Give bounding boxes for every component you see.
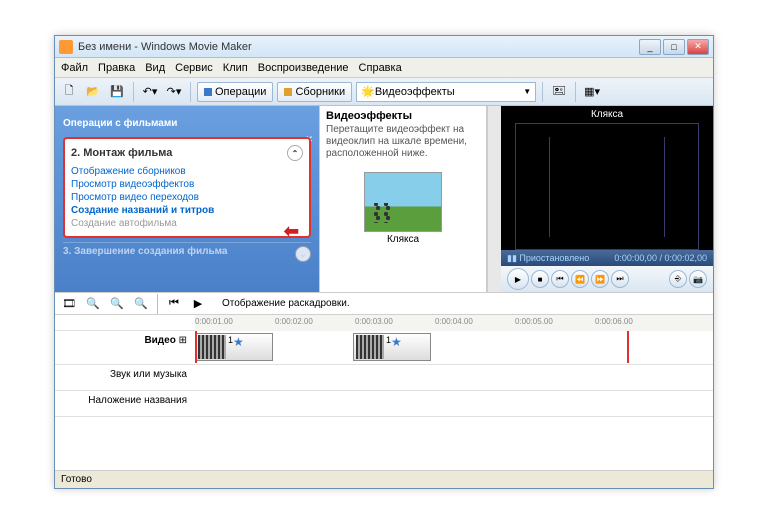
effects-combo[interactable]: 🌟 Видеоэффекты▼ bbox=[356, 82, 536, 102]
preview-canvas bbox=[515, 123, 699, 250]
maximize-button[interactable]: □ bbox=[663, 39, 685, 55]
menu-file[interactable]: Файл bbox=[61, 62, 88, 74]
track-audio-label: Звук или музыка bbox=[55, 365, 195, 390]
video-track[interactable]: 1★ 1★ bbox=[195, 331, 713, 364]
effect-label: Клякса bbox=[326, 234, 480, 245]
menu-view[interactable]: Вид bbox=[145, 62, 165, 74]
effect-thumb[interactable] bbox=[364, 172, 442, 232]
main-area: Операции с фильмами ✕ 2. Монтаж фильма ⌃… bbox=[55, 106, 713, 292]
menu-tools[interactable]: Сервис bbox=[175, 62, 213, 74]
section-2-header: 2. Монтаж фильма ⌃ bbox=[71, 145, 303, 161]
preview-controls: ▶ ■ ⏮ ⏪ ⏩ ⏭ ⎆ 📷 bbox=[501, 266, 713, 292]
save-icon[interactable]: 💾 bbox=[107, 82, 127, 102]
preview-pause-icon: ▮▮ bbox=[507, 253, 517, 264]
task-make-titles[interactable]: Создание названий и титров bbox=[71, 204, 303, 217]
track-video-label: Видео ⊞ bbox=[55, 331, 195, 364]
preview-statusbar: ▮▮ Приостановлено 0:00:00,00 / 0:00:02,0… bbox=[501, 250, 713, 266]
window-buttons: _ □ ✕ bbox=[639, 39, 709, 55]
task-list: Отображение сборников Просмотр видеоэффе… bbox=[71, 165, 303, 230]
collections-button[interactable]: Сборники bbox=[277, 82, 352, 102]
statusbar: Готово bbox=[55, 470, 713, 488]
menu-edit[interactable]: Правка bbox=[98, 62, 135, 74]
effects-title: Видеоэффекты bbox=[326, 110, 480, 122]
next-button[interactable]: ⏭ bbox=[611, 270, 629, 288]
tl-rew-icon[interactable]: ⏮ bbox=[164, 294, 184, 314]
task-view-effects[interactable]: Просмотр видеоэффектов bbox=[71, 178, 303, 191]
play-button[interactable]: ▶ bbox=[507, 268, 529, 290]
tasks-pane: Операции с фильмами ✕ 2. Монтаж фильма ⌃… bbox=[55, 106, 319, 292]
app-icon bbox=[59, 40, 73, 54]
preview-status: Приостановлено bbox=[519, 253, 589, 263]
rew-button[interactable]: ⏪ bbox=[571, 270, 589, 288]
audio-track[interactable] bbox=[195, 365, 713, 390]
section-3-header[interactable]: 3. Завершение создания фильма ⌄ bbox=[63, 242, 311, 257]
new-icon[interactable]: 🗋 bbox=[59, 82, 79, 102]
window: Без имени - Windows Movie Maker _ □ ✕ Фа… bbox=[54, 35, 714, 489]
stop-button[interactable]: ■ bbox=[531, 270, 549, 288]
nav-back-icon[interactable]: 🖭 bbox=[549, 82, 569, 102]
track-overlay-label: Наложение названия bbox=[55, 391, 195, 416]
zoom-in-icon[interactable]: 🔍 bbox=[131, 294, 151, 314]
time-ruler[interactable]: 0:00:01.00 0:00:02.00 0:00:03.00 0:00:04… bbox=[195, 315, 713, 331]
menu-clip[interactable]: Клип bbox=[223, 62, 248, 74]
timeline-toolbar: 🎞 🔍 🔍 🔍 ⏮ ▶ Отображение раскадровки. bbox=[55, 293, 713, 315]
undo-icon[interactable]: ↶▾ bbox=[140, 82, 160, 102]
split-button[interactable]: ⎆ bbox=[669, 270, 687, 288]
menu-help[interactable]: Справка bbox=[359, 62, 402, 74]
preview-pane: Клякса ▮▮ Приостановлено 0:00:00,00 / 0:… bbox=[501, 106, 713, 292]
task-view-transitions[interactable]: Просмотр видео переходов bbox=[71, 191, 303, 204]
zoom-fit-icon[interactable]: 🔍 bbox=[107, 294, 127, 314]
fwd-button[interactable]: ⏩ bbox=[591, 270, 609, 288]
toolbar: 🗋 📂 💾 ↶▾ ↷▾ Операции Сборники 🌟 Видеоэфф… bbox=[55, 78, 713, 106]
menubar: Файл Правка Вид Сервис Клип Воспроизведе… bbox=[55, 58, 713, 78]
task-automovie[interactable]: Создание автофильма bbox=[71, 217, 303, 230]
preview-title: Клякса bbox=[501, 106, 713, 123]
scrollbar[interactable] bbox=[487, 106, 501, 292]
timeline-pane: 🎞 🔍 🔍 🔍 ⏮ ▶ Отображение раскадровки. 0:0… bbox=[55, 292, 713, 470]
snapshot-button[interactable]: 📷 bbox=[689, 270, 707, 288]
task-show-collections[interactable]: Отображение сборников bbox=[71, 165, 303, 178]
minimize-button[interactable]: _ bbox=[639, 39, 661, 55]
timeline-mode-label[interactable]: Отображение раскадровки. bbox=[222, 298, 350, 309]
close-button[interactable]: ✕ bbox=[687, 39, 709, 55]
storyboard-icon[interactable]: 🎞 bbox=[59, 294, 79, 314]
view-icon[interactable]: ▦▾ bbox=[582, 82, 602, 102]
overlay-track[interactable] bbox=[195, 391, 713, 416]
menu-play[interactable]: Воспроизведение bbox=[258, 62, 349, 74]
clip-2[interactable]: 1★ bbox=[353, 333, 431, 361]
status-text: Готово bbox=[61, 474, 92, 485]
prev-button[interactable]: ⏮ bbox=[551, 270, 569, 288]
window-title: Без имени - Windows Movie Maker bbox=[78, 41, 639, 53]
section-2-box: 2. Монтаж фильма ⌃ Отображение сборников… bbox=[63, 137, 311, 238]
open-icon[interactable]: 📂 bbox=[83, 82, 103, 102]
redo-icon[interactable]: ↷▾ bbox=[164, 82, 184, 102]
zoom-out-icon[interactable]: 🔍 bbox=[83, 294, 103, 314]
tl-play-icon[interactable]: ▶ bbox=[188, 294, 208, 314]
effects-desc: Перетащите видеоэффект на видеоклип на ш… bbox=[326, 124, 480, 160]
tasks-button[interactable]: Операции bbox=[197, 82, 273, 102]
collection-pane: Видеоэффекты Перетащите видеоэффект на в… bbox=[319, 106, 487, 292]
collapse-icon[interactable]: ⌃ bbox=[287, 145, 303, 161]
tasks-header: Операции с фильмами bbox=[55, 106, 319, 133]
clip-1[interactable]: 1★ bbox=[195, 333, 273, 361]
titlebar: Без имени - Windows Movie Maker _ □ ✕ bbox=[55, 36, 713, 58]
preview-time: 0:00:00,00 / 0:00:02,00 bbox=[614, 253, 707, 263]
